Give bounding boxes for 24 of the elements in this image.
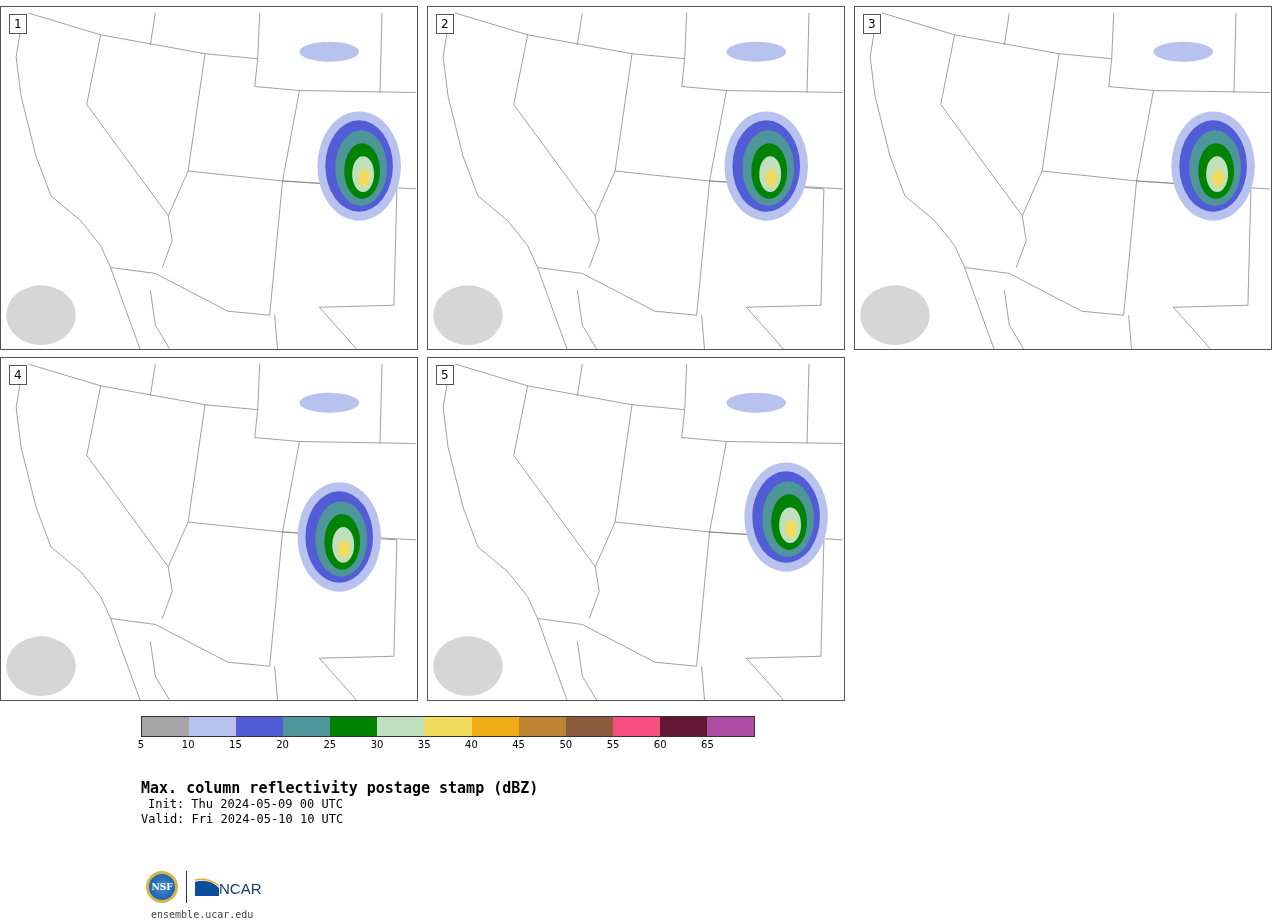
tick-label: 55 [606,739,620,750]
chart-title: Max. column reflectivity postage stamp (dBZ) [141,779,540,797]
panel-number: 5 [436,365,454,385]
ncar-logo: NCAR [195,878,262,896]
tick-label: 25 [323,739,337,750]
tick-label: 50 [559,739,573,750]
panel-number: 2 [436,14,454,34]
tick-label: 65 [701,739,714,750]
tick-label: 60 [653,739,667,750]
tick-label: 45 [512,739,525,750]
panel-number: 1 [9,14,27,34]
tick-label: 20 [276,739,289,750]
tick-label: 35 [417,739,431,750]
site-url: ensemble.ucar.edu [151,909,255,920]
tick-label: 10 [181,739,195,750]
panel-number: 4 [9,365,27,385]
nsf-logo: NSF [146,871,178,903]
init-time: Init: Thu 2024-05-09 00 UTC [147,797,345,812]
panel-number: 3 [863,14,881,34]
tick-label: 30 [370,739,384,750]
tick-label: 15 [229,739,242,750]
tick-label: 40 [465,739,478,750]
valid-time: Valid: Fri 2024-05-10 10 UTC [141,812,345,827]
tick-label: 5 [137,739,145,750]
